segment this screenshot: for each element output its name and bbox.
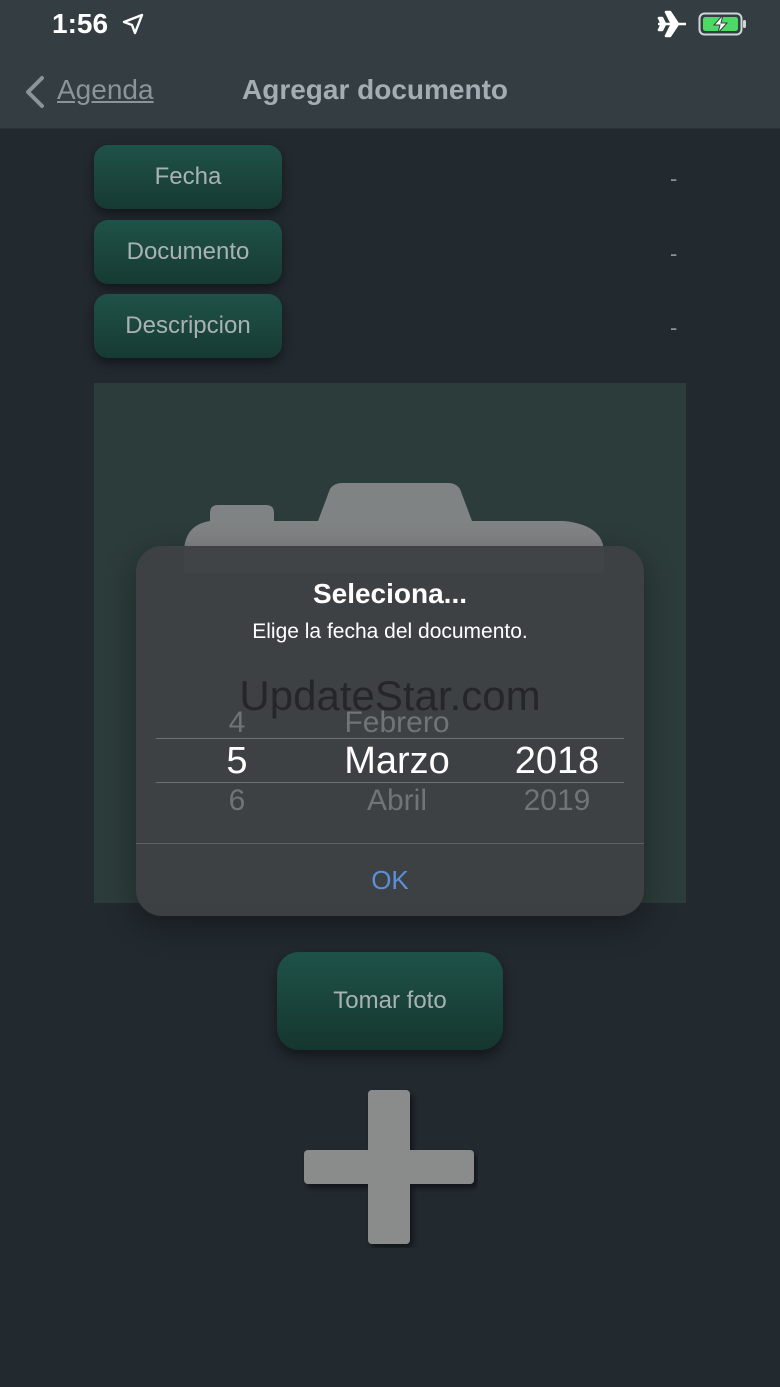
ok-button[interactable]: OK [136,844,644,916]
take-photo-button[interactable]: Tomar foto [277,952,503,1050]
dialog-title: Seleciona... [312,578,468,609]
document-field-button[interactable]: Documento [94,220,282,284]
location-arrow-icon [122,13,144,35]
picker-month-prev[interactable]: Febrero [322,706,472,740]
picker-year-next[interactable]: 2019 [482,784,632,818]
document-field-value: - [670,241,678,266]
nav-bar: Agenda Agregar documento [0,52,780,129]
status-time: 1:56 [52,8,109,39]
description-field-value: - [670,315,678,340]
add-icon[interactable] [302,1088,478,1248]
picker-year-selected[interactable]: 2018 [482,740,632,783]
date-field-value: - [670,166,678,191]
picker-day-selected[interactable]: 5 [162,740,312,783]
airplane-icon [657,10,686,38]
status-bar: 1:56 [0,0,780,52]
battery-charging-icon [698,12,746,36]
picker-month-next[interactable]: Abril [322,784,472,818]
back-button[interactable]: Agenda [57,74,154,106]
picker-day-next[interactable]: 6 [162,784,312,818]
chevron-left-icon[interactable] [22,74,48,110]
date-picker[interactable]: 4 5 6 Febrero Marzo Abril 2018 2019 [156,706,624,826]
picker-month-selected[interactable]: Marzo [322,740,472,783]
date-field-button[interactable]: Fecha [94,145,282,209]
page-title: Agregar documento [242,74,509,105]
description-field-button[interactable]: Descripcion [94,294,282,358]
picker-day-prev[interactable]: 4 [162,706,312,740]
dialog-message: Elige la fecha del documento. [252,620,528,643]
date-picker-dialog: Seleciona... Elige la fecha del document… [136,546,644,916]
